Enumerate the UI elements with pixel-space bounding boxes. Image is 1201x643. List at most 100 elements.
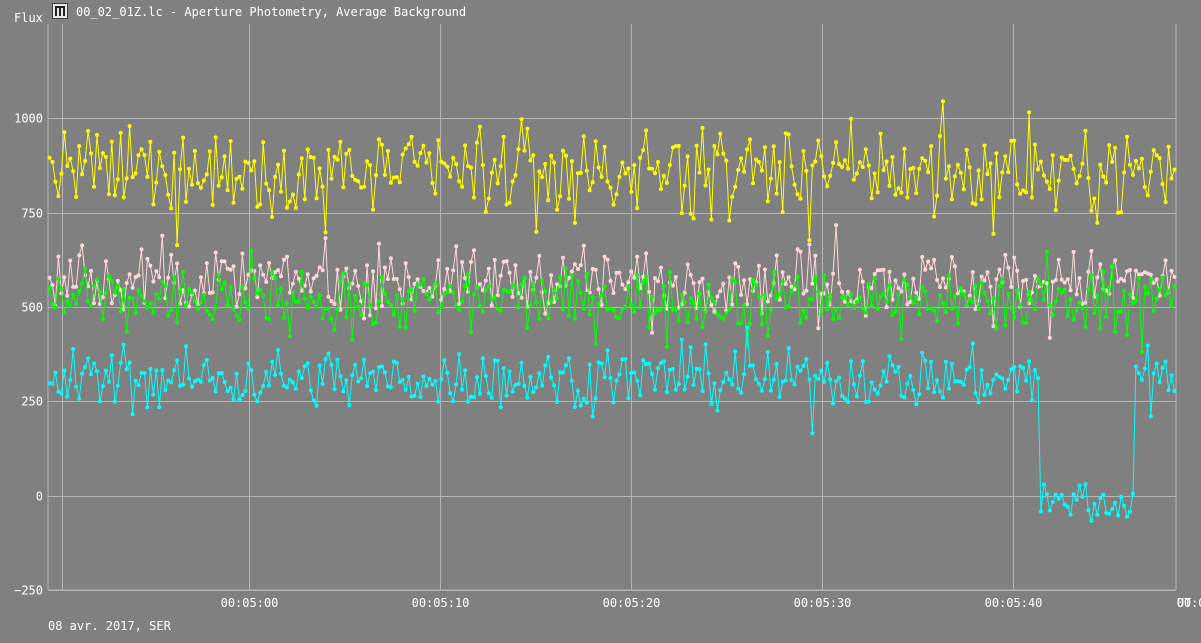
data-point — [314, 196, 319, 201]
data-point — [92, 301, 96, 306]
data-point — [276, 348, 281, 352]
data-point — [1030, 298, 1034, 303]
data-point — [943, 176, 948, 181]
data-point — [617, 174, 622, 179]
data-point — [1038, 282, 1043, 287]
data-point — [1080, 494, 1085, 499]
data-point — [572, 316, 577, 321]
data-point — [727, 307, 732, 312]
data-point — [543, 162, 548, 166]
data-point — [534, 300, 539, 305]
data-point — [252, 276, 257, 281]
data-point — [62, 130, 67, 135]
data-point — [1071, 166, 1076, 171]
data-point — [733, 349, 738, 354]
data-point — [801, 149, 806, 154]
data-point — [305, 305, 310, 310]
data-point — [721, 151, 726, 156]
data-point — [267, 188, 272, 193]
data-point — [1015, 389, 1020, 394]
data-point — [472, 395, 476, 400]
data-point — [1119, 494, 1124, 499]
data-point — [222, 154, 227, 159]
data-point — [100, 317, 105, 322]
data-point — [653, 276, 657, 281]
data-point — [430, 181, 435, 185]
data-point — [68, 156, 73, 161]
data-point — [216, 183, 221, 188]
data-point — [445, 370, 450, 375]
data-point — [181, 270, 186, 275]
data-point — [400, 152, 405, 157]
data-point — [1160, 365, 1165, 370]
data-point — [700, 324, 705, 329]
data-point — [718, 289, 723, 294]
data-point — [469, 330, 473, 335]
data-point — [840, 289, 845, 294]
data-point — [727, 377, 732, 382]
data-point — [991, 377, 996, 382]
data-point — [611, 202, 616, 207]
data-point — [736, 386, 741, 391]
data-point — [1077, 300, 1082, 305]
data-point — [860, 359, 865, 364]
data-point — [77, 396, 82, 401]
data-point — [1033, 274, 1037, 278]
data-point — [243, 300, 248, 305]
data-point — [71, 169, 76, 174]
data-point — [213, 305, 218, 310]
data-point — [442, 161, 447, 166]
data-point — [486, 391, 491, 396]
data-point — [804, 168, 809, 173]
data-point — [786, 132, 791, 137]
data-point — [673, 275, 678, 279]
data-point — [204, 308, 209, 313]
data-point — [154, 180, 159, 185]
data-point — [350, 373, 355, 378]
data-point — [632, 310, 637, 315]
data-point — [822, 273, 827, 278]
data-point — [941, 99, 945, 104]
data-point — [175, 243, 180, 248]
data-point — [477, 391, 482, 396]
data-point — [1074, 292, 1079, 297]
data-point — [201, 178, 206, 183]
data-point — [881, 168, 886, 173]
data-point — [394, 293, 399, 297]
data-point — [854, 299, 859, 304]
data-point — [635, 254, 640, 259]
data-point — [1119, 210, 1124, 215]
data-point — [261, 384, 266, 388]
data-point — [546, 354, 551, 359]
data-point — [994, 277, 999, 282]
data-point — [516, 305, 521, 310]
data-point — [1157, 287, 1162, 292]
data-point — [1104, 314, 1109, 319]
data-point — [819, 312, 824, 317]
data-point — [774, 296, 779, 301]
data-point — [394, 276, 399, 281]
series-cyan — [47, 325, 1177, 523]
flux-light-curve-chart[interactable]: −250 0 250 500 750 1000 00:05:00 00:05:10 00:05:… — [0, 0, 1201, 643]
data-point — [733, 261, 738, 266]
data-point — [641, 358, 646, 363]
data-point — [736, 167, 741, 172]
data-point — [415, 381, 420, 386]
data-point — [100, 151, 105, 156]
data-point — [667, 270, 672, 275]
data-point — [127, 124, 132, 129]
data-point — [115, 278, 120, 283]
data-point — [982, 143, 987, 148]
data-point — [338, 139, 343, 144]
data-point — [282, 257, 286, 262]
data-point — [154, 269, 159, 274]
data-point — [644, 128, 649, 133]
data-point — [225, 303, 230, 308]
data-point — [700, 389, 705, 394]
data-point — [463, 143, 468, 148]
data-point — [406, 374, 411, 379]
data-point — [967, 296, 972, 301]
data-point — [400, 296, 405, 301]
data-point — [1136, 276, 1141, 280]
data-point — [1027, 110, 1032, 115]
